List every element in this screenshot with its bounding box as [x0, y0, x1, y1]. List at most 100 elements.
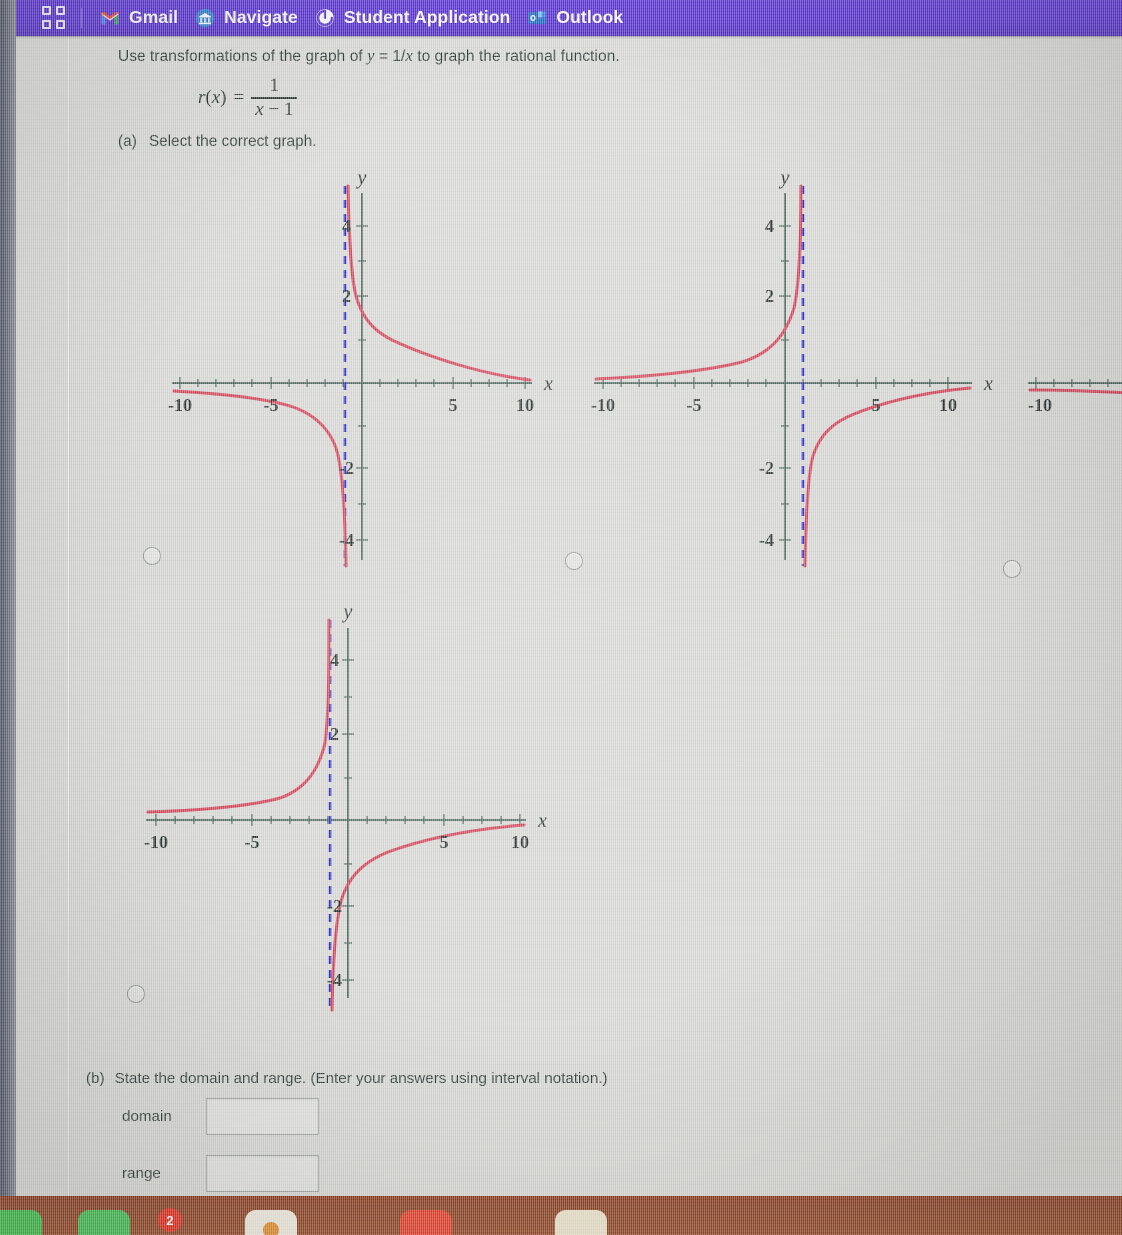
curve-left-branch	[172, 389, 348, 568]
ytick-label-neg2: -2	[327, 896, 342, 916]
function-definition: r(x) = 1 x − 1	[198, 75, 298, 120]
dock-icon-2[interactable]	[78, 1210, 130, 1235]
domain-input[interactable]	[206, 1098, 319, 1135]
graph-option-3[interactable]: y x -10 -5 5 10 4 2 -2 -4	[128, 598, 568, 1018]
xtick-label-neg5: -5	[264, 395, 279, 415]
prompt-eq: = 1/	[374, 48, 406, 65]
bookmarks-separator	[81, 8, 82, 28]
part-a-instruction: (a) Select the correct graph.	[118, 133, 317, 151]
xtick-label-neg10: -10	[591, 395, 615, 415]
xtick-label-10: 10	[939, 395, 957, 415]
prompt-text-after: to graph the rational function.	[412, 48, 620, 65]
ytick-label-neg4: -4	[339, 530, 354, 550]
dock-badge-count: 2	[158, 1208, 182, 1232]
bookmark-gmail[interactable]: Gmail	[94, 4, 189, 32]
graph-option-2-plot: y x -10 -5 5 10 4 2 -2 -4	[591, 168, 993, 568]
bookmark-label: Gmail	[129, 7, 179, 27]
xtick-label-neg5: -5	[687, 395, 702, 415]
ytick-label-neg2: -2	[339, 458, 354, 478]
function-arg: x	[211, 86, 221, 108]
ytick-label-neg2: -2	[759, 458, 774, 478]
graph-option-2[interactable]: y x -10 -5 5 10 4 2 -2 -4	[582, 168, 1012, 568]
prompt-text-before: Use transformations of the graph of	[118, 48, 368, 65]
ytick-label-neg4: -4	[759, 530, 774, 550]
radio-option-3[interactable]	[127, 985, 145, 1003]
ytick-label-4: 4	[342, 216, 351, 236]
xtick-label-5: 5	[440, 832, 449, 852]
range-input[interactable]	[206, 1155, 319, 1192]
graph-option-1-plot: y x -10 -5 5 10 4 2 -2 -4	[168, 168, 553, 568]
dock-icon-4[interactable]	[400, 1210, 452, 1235]
part-b-tag: (b)	[86, 1070, 105, 1087]
curve-left-branch	[146, 618, 331, 814]
gmail-icon	[101, 11, 119, 24]
xtick-label-neg5: -5	[245, 832, 260, 852]
xtick-label-neg10: -10	[144, 832, 168, 852]
part-a-text: Select the correct graph.	[148, 133, 317, 150]
dock-icon-3[interactable]	[245, 1210, 297, 1235]
ytick-label-2: 2	[765, 286, 774, 306]
xtick-label-10: 10	[511, 832, 529, 852]
ytick-label-4: 4	[765, 216, 774, 236]
bookmark-outlook[interactable]: Outlook	[521, 4, 634, 32]
bookmark-label: Outlook	[556, 7, 624, 27]
curve-right-branch	[330, 823, 526, 1012]
graph-option-1[interactable]: y x -10 -5 5 10 4 2 -2 -4	[140, 168, 570, 568]
x-axis-label: x	[983, 373, 993, 395]
part-a-tag: (a)	[118, 133, 137, 150]
xtick-label-10: 10	[516, 395, 534, 415]
range-label: range	[122, 1165, 161, 1182]
prompt-var-y: y	[367, 46, 375, 65]
bookmark-navigate[interactable]: Navigate	[189, 4, 309, 32]
domain-field-row: domain	[122, 1098, 319, 1135]
bookmark-label: Student Application	[343, 7, 511, 27]
xtick-label-5: 5	[449, 395, 458, 415]
radio-option-4[interactable]	[1003, 560, 1021, 578]
radio-option-2[interactable]	[565, 552, 583, 570]
range-field-row: range	[122, 1155, 319, 1192]
content-left-divider	[68, 36, 69, 1196]
bookmark-label: Navigate	[224, 7, 298, 27]
dock-icon-1[interactable]	[0, 1210, 42, 1235]
ytick-label-2: 2	[342, 286, 351, 306]
curve-left-branch	[594, 184, 803, 381]
y-axis-label: y	[356, 168, 367, 189]
x-axis-label: x	[537, 810, 547, 832]
screen-left-bezel	[0, 0, 16, 1196]
xtick-label-neg10: -10	[168, 395, 192, 415]
fraction: 1 x − 1	[251, 75, 298, 120]
domain-label: domain	[122, 1108, 172, 1125]
dock-icon-5[interactable]	[555, 1210, 607, 1235]
denominator-var: x	[255, 98, 264, 120]
question-prompt: Use transformations of the graph of y = …	[118, 46, 620, 66]
paren-close: )	[220, 86, 227, 108]
ytick-label-2: 2	[330, 724, 339, 744]
navigate-bank-icon	[195, 8, 215, 27]
curve-right-branch	[346, 184, 532, 382]
screen-surface: Gmail Navigate Student Application Outlo…	[0, 0, 1122, 1235]
outlook-icon	[528, 10, 547, 24]
xtick-label-5: 5	[872, 395, 881, 415]
denominator-rest: − 1	[263, 98, 294, 120]
part-b-instruction: (b) State the domain and range. (Enter yo…	[86, 1070, 608, 1087]
function-lhs: r(x)	[198, 87, 227, 109]
browser-bookmarks-bar: Gmail Navigate Student Application Outlo…	[14, 0, 1122, 36]
fraction-numerator: 1	[269, 75, 280, 96]
y-axis-label: y	[779, 168, 790, 189]
prompt-var-x: x	[405, 46, 413, 65]
ytick-label-4: 4	[330, 650, 339, 670]
student-application-icon	[316, 8, 334, 27]
graph-option-4[interactable]: -10	[1020, 168, 1122, 568]
part-b-text: State the domain and range. (Enter your …	[114, 1070, 608, 1087]
fraction-denominator: x − 1	[251, 99, 297, 120]
radio-option-1[interactable]	[143, 547, 161, 565]
graph-option-3-plot: y x -10 -5 5 10 4 2 -2 -4	[144, 601, 547, 1012]
graph-option-4-plot: -10	[1028, 377, 1122, 415]
bookmark-student-application[interactable]: Student Application	[309, 4, 522, 32]
equals-sign: =	[233, 86, 245, 108]
apps-grid-icon[interactable]	[41, 5, 67, 31]
os-dock: 2	[0, 1196, 1122, 1235]
xtick-label-neg10: -10	[1028, 395, 1052, 415]
y-axis-label: y	[342, 601, 353, 623]
ytick-label-neg4: -4	[327, 970, 342, 990]
